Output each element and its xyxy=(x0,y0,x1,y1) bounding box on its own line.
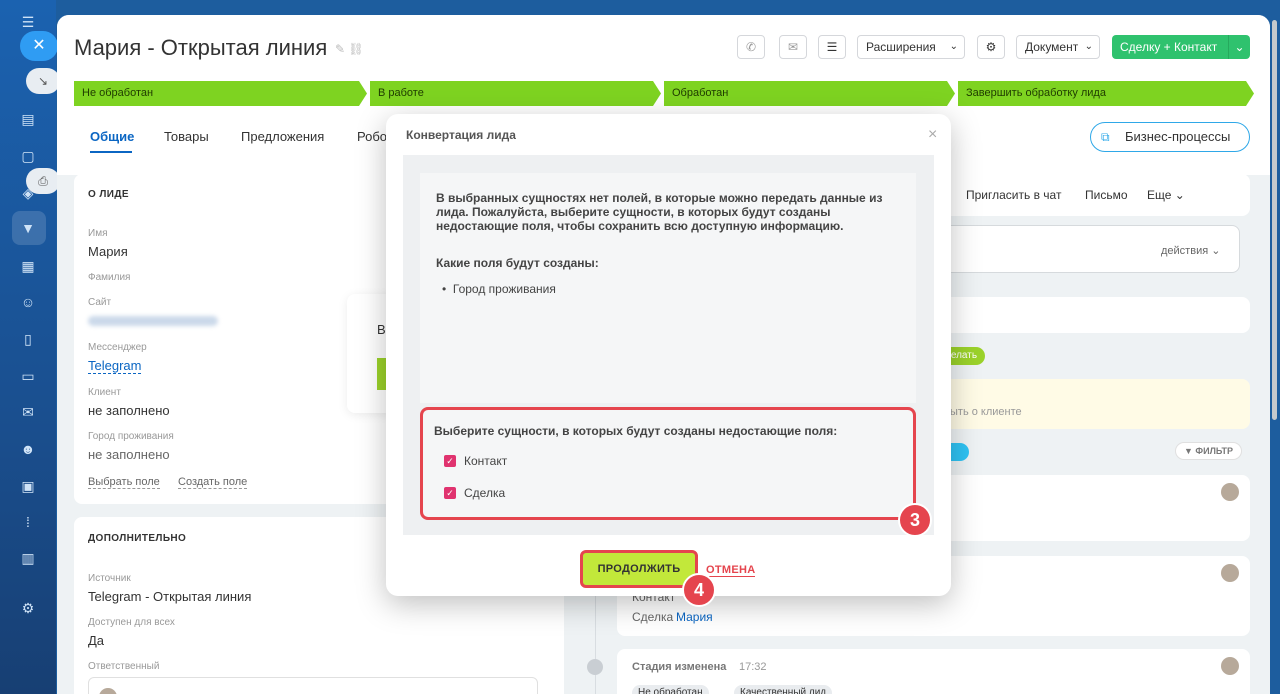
dialog-title: Конвертация лида xyxy=(406,128,516,142)
contact-checkbox-label[interactable]: Контакт xyxy=(464,454,507,468)
contact-checkbox[interactable]: ✓ xyxy=(444,455,456,467)
cancel-button[interactable]: ОТМЕНА xyxy=(706,564,756,577)
dialog-message: В выбранных сущностях нет полей, в котор… xyxy=(436,191,883,233)
lead-conversion-dialog: Конвертация лида × В выбранных сущностях… xyxy=(386,114,951,607)
bullet-icon: • xyxy=(442,282,453,296)
field-list-item: • Город проживания xyxy=(442,282,556,296)
deal-checkbox[interactable]: ✓ xyxy=(444,487,456,499)
entity-selection-title: Выберите сущности, в которых будут созда… xyxy=(434,424,838,438)
fields-question: Какие поля будут созданы: xyxy=(436,256,599,270)
field-list-item-label: Город проживания xyxy=(452,282,556,296)
close-icon[interactable]: × xyxy=(928,126,937,144)
deal-checkbox-label[interactable]: Сделка xyxy=(464,486,505,500)
step-badge-4: 4 xyxy=(682,573,716,607)
continue-button[interactable]: ПРОДОЛЖИТЬ xyxy=(580,550,698,588)
step-badge-3: 3 xyxy=(898,503,932,537)
